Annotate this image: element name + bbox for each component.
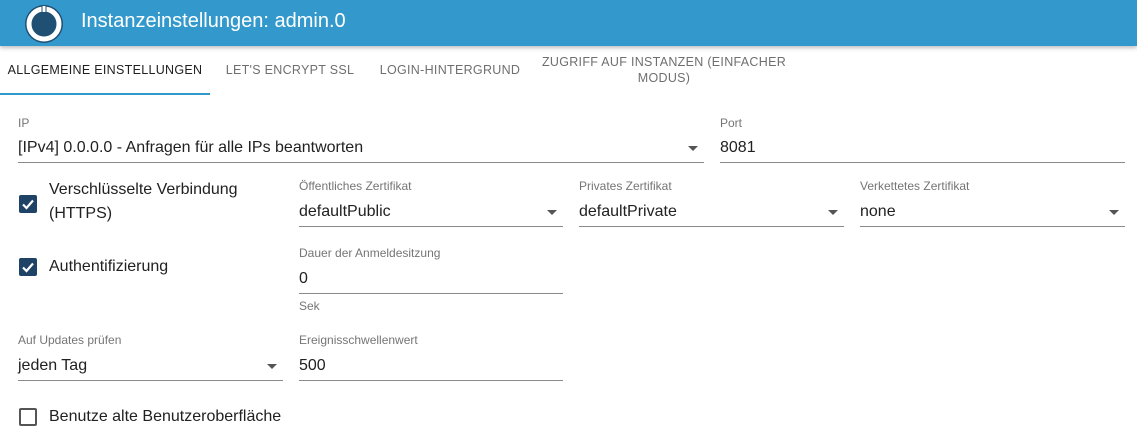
checkmark-icon: [22, 262, 34, 273]
chevron-down-icon: [267, 364, 277, 369]
old-ui-label: Benutze alte Benutzeroberfläche: [49, 408, 282, 425]
session-duration-unit: Sek: [299, 299, 320, 313]
old-ui-checkbox[interactable]: [19, 408, 37, 426]
ip-select[interactable]: [IPv4] 0.0.0.0 - Anfragen für alle IPs b…: [18, 134, 704, 163]
public-cert-label: Öffentliches Zertifikat: [299, 179, 412, 193]
tab-bar: Allgemeine Einstellungen Let's Encrypt S…: [0, 46, 1137, 96]
updates-value: jeden Tag: [18, 357, 88, 374]
event-threshold-value: 500: [299, 357, 326, 374]
public-cert-value: defaultPublic: [299, 203, 391, 220]
chevron-down-icon: [688, 146, 698, 151]
https-checkbox[interactable]: [19, 195, 37, 213]
ip-label: IP: [18, 116, 30, 130]
tab-instance-access[interactable]: Zugriff auf Instanzen (Einfacher Modus): [533, 46, 795, 94]
chevron-down-icon: [1109, 210, 1119, 215]
tab-login-background[interactable]: Login-Hintergrund: [370, 46, 530, 94]
private-cert-label: Privates Zertifikat: [579, 179, 672, 193]
ip-select-value: [IPv4] 0.0.0.0 - Anfragen für alle IPs b…: [18, 139, 364, 156]
public-cert-select[interactable]: defaultPublic: [299, 198, 563, 227]
chained-cert-label: Verkettetes Zertifikat: [860, 179, 970, 193]
session-duration-value: 0: [299, 270, 308, 287]
private-cert-select[interactable]: defaultPrivate: [579, 198, 844, 227]
auth-label: Authentifizierung: [49, 258, 169, 275]
page-title: Instanzeinstellungen: admin.0: [81, 10, 346, 32]
tab-general-settings[interactable]: Allgemeine Einstellungen: [0, 46, 210, 94]
chained-cert-value: none: [860, 203, 896, 220]
app-header: Instanzeinstellungen: admin.0: [0, 0, 1137, 46]
updates-select[interactable]: jeden Tag: [18, 352, 283, 381]
event-threshold-input[interactable]: 500: [299, 352, 563, 381]
https-label: Verschlüsselte Verbindung (HTTPS): [49, 181, 238, 222]
active-tab-indicator: [0, 93, 210, 95]
port-label: Port: [720, 116, 743, 130]
chevron-down-icon: [828, 210, 838, 215]
tab-lets-encrypt[interactable]: Let's Encrypt SSL: [214, 46, 366, 94]
iobroker-logo-icon: [25, 5, 63, 43]
chevron-down-icon: [547, 210, 557, 215]
port-input[interactable]: 8081: [720, 134, 1125, 163]
auth-checkbox[interactable]: [19, 258, 37, 276]
private-cert-value: defaultPrivate: [579, 203, 677, 220]
updates-label: Auf Updates prüfen: [18, 333, 122, 347]
port-input-value: 8081: [720, 139, 756, 156]
checkmark-icon: [22, 199, 34, 210]
event-threshold-label: Ereignisschwellenwert: [299, 333, 418, 347]
chained-cert-select[interactable]: none: [860, 198, 1125, 227]
session-duration-label: Dauer der Anmeldesitzung: [299, 246, 441, 260]
session-duration-input[interactable]: 0: [299, 265, 563, 294]
